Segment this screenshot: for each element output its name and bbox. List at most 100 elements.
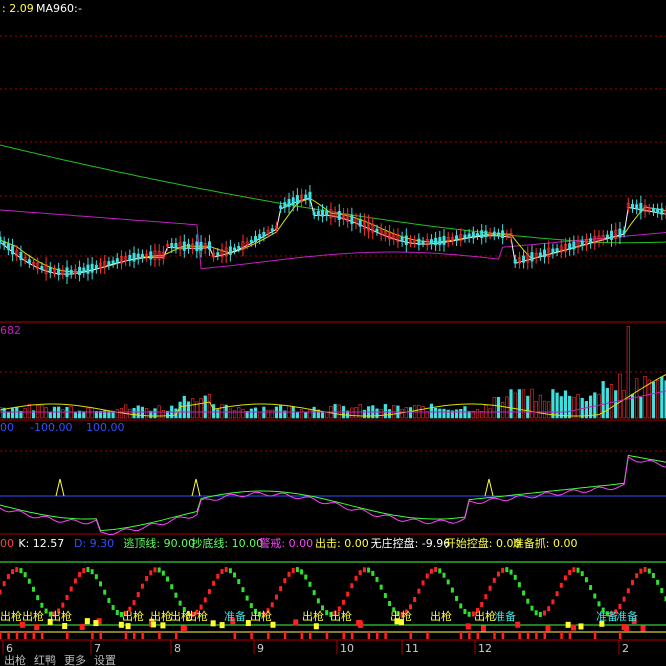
kdj-item-2: D: 9.30 [74, 537, 114, 550]
kdj-bottom-bar [518, 632, 521, 639]
kdj-bottom-bar [7, 632, 10, 639]
kdj-block [639, 568, 643, 574]
candle-body [57, 268, 61, 275]
volume-bar [132, 407, 136, 419]
candle-body [630, 204, 634, 209]
kdj-block [559, 582, 563, 588]
candle-body [11, 245, 15, 255]
kdj-block [166, 576, 170, 582]
kdj-block [295, 567, 299, 573]
kdj-bottom-bar [618, 632, 622, 639]
candle-body [279, 205, 283, 209]
volume-bar [538, 394, 542, 419]
kdj-block [279, 586, 283, 592]
volume-bar [622, 390, 626, 419]
kdj-block [270, 602, 274, 608]
candle-body [111, 260, 115, 264]
kdj-marker [84, 618, 90, 625]
kdj-bottom-bar [250, 632, 253, 639]
indicator-line-green [0, 454, 666, 532]
kdj-block [316, 598, 320, 604]
kdj-block [563, 575, 567, 581]
kdj-marker [93, 620, 99, 627]
volume-bar [90, 407, 94, 419]
kdj-item-6: 出击: 0.00 [315, 536, 369, 550]
candle-body [513, 259, 517, 264]
signal-label-13: 出枪 [474, 609, 496, 623]
kdj-bottom-bar [233, 632, 237, 639]
volume-bar [475, 409, 480, 419]
kdj-block [212, 580, 216, 586]
candle-body [233, 247, 237, 251]
candle-body [27, 259, 31, 264]
volume-bar [44, 407, 48, 419]
candle-body [316, 210, 320, 216]
volume-bar [48, 411, 52, 419]
kdj-bottom-bar [350, 632, 354, 639]
candle-body [304, 194, 308, 200]
kdj-block [589, 585, 593, 591]
candle-body [622, 230, 626, 234]
kdj-block [417, 588, 421, 594]
candle-body [19, 252, 23, 261]
kdj-block [526, 598, 530, 604]
kdj-block [199, 604, 203, 610]
volume-bar [266, 409, 270, 419]
kdj-block [36, 595, 40, 601]
volume-bar [82, 411, 86, 419]
kdj-marker [565, 621, 571, 628]
tab-3[interactable]: 设置 [94, 654, 116, 666]
volume-bar [333, 404, 337, 419]
kdj-block [350, 583, 354, 589]
tab-1[interactable]: 红鸭 [34, 654, 56, 666]
date-axis: 6 7 8 9 10 11 12 2 [2, 640, 629, 655]
volume-bar [241, 408, 245, 419]
candle-body [538, 252, 542, 257]
kdj-block [501, 567, 505, 573]
tab-2[interactable]: 更多 [64, 653, 86, 666]
kdj-bottom-bar [342, 632, 345, 639]
volume-bar [362, 409, 367, 419]
kdj-block [517, 582, 521, 588]
candle-body [551, 248, 555, 254]
kdj-block [170, 584, 174, 590]
kdj-bottom-bar [568, 632, 572, 639]
volume-bar [212, 404, 216, 419]
candle-body [228, 246, 232, 255]
signal-label-11: 出枪 [390, 609, 412, 623]
kdj-marker [181, 625, 187, 632]
kdj-block [651, 573, 655, 579]
kdj-block [568, 569, 572, 575]
candle-body [0, 236, 2, 244]
candle-body [132, 252, 136, 262]
kdj-block [597, 601, 601, 607]
kdj-block [73, 578, 77, 584]
candle-body [321, 209, 325, 217]
kdj-block [635, 573, 639, 579]
candle-body [555, 248, 559, 252]
tab-0[interactable]: 出枪 [4, 653, 26, 666]
kdj-bottom-bar [468, 632, 471, 639]
kdj-block [291, 567, 295, 573]
volume-bar [27, 404, 31, 419]
volume-bar [609, 384, 614, 419]
volume-bar [517, 389, 521, 419]
kdj-block [32, 586, 36, 592]
candle-body [358, 219, 362, 227]
kdj-block [547, 606, 551, 612]
volume-bar [576, 394, 580, 419]
kdj-block [61, 602, 65, 608]
bottom-tabs[interactable]: 出枪 红鸭 更多 设置 [4, 653, 116, 666]
candle-body [2, 241, 6, 246]
kdj-bottom-bar [543, 632, 547, 639]
candle-body [610, 230, 614, 240]
kdj-bottom-bar [308, 632, 312, 639]
stock-chart[interactable]: 出枪 出枪 出枪 出枪 出枪出枪出枪 准备 出枪 出枪 出枪 出枪 出枪 出枪准备 准备准备 67891… [0, 0, 666, 666]
ma960-value: - [78, 2, 82, 15]
candle-body [40, 266, 44, 269]
kdj-block [2, 581, 6, 587]
volume-bar [23, 408, 27, 419]
candle-body [262, 232, 266, 237]
kdj-block [249, 603, 253, 609]
volume-bar [304, 411, 308, 419]
